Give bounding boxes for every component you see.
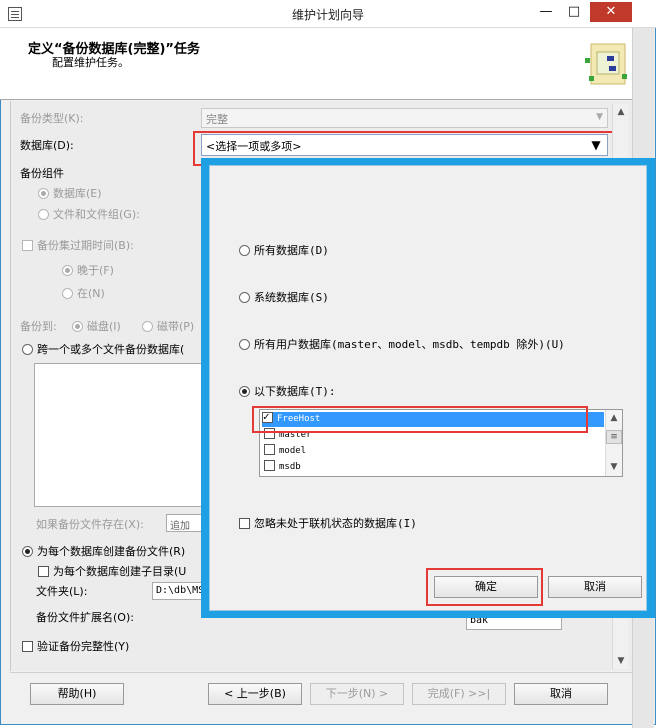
ok-button-highlight [426, 568, 543, 606]
backup-to-tape-radio[interactable]: 磁带(P) [142, 318, 194, 334]
component-files-label: 文件和文件组(G): [53, 208, 140, 221]
popup-cancel-button[interactable]: 取消 [548, 576, 642, 598]
expire-on-radio[interactable]: 在(N) [62, 285, 105, 301]
expire-checkbox[interactable]: 备份集过期时间(B): [22, 237, 134, 253]
option-user-databases[interactable]: 所有用户数据库(master、model、msdb、tempdb 除外)(U) [239, 336, 565, 352]
checkbox-icon [22, 240, 33, 251]
cancel-button[interactable]: 取消 [514, 683, 608, 705]
page-subtitle: 配置维护任务。 [52, 56, 129, 69]
freehost-highlight [252, 406, 588, 433]
scroll-down-icon[interactable]: ▼ [613, 653, 629, 669]
ignore-offline-label: 忽略未处于联机状态的数据库(I) [254, 517, 417, 530]
minimize-button[interactable]: — [532, 2, 560, 22]
scroll-thumb[interactable]: ≡ [606, 430, 622, 444]
option-user-databases-label: 所有用户数据库(master、model、msdb、tempdb 除外)(U) [254, 338, 565, 351]
folder-input[interactable]: D:\db\MS [152, 582, 204, 600]
checkbox-icon [38, 566, 49, 577]
radio-icon [239, 245, 250, 256]
ignore-offline-checkbox[interactable]: 忽略未处于联机状态的数据库(I) [239, 515, 417, 531]
verify-checkbox[interactable]: 验证备份完整性(Y) [22, 638, 129, 654]
option-system-databases-label: 系统数据库(S) [254, 291, 329, 304]
backup-type-combo[interactable]: 完整 ▼ [201, 108, 608, 128]
expire-label: 备份集过期时间(B): [37, 239, 134, 252]
database-list-scrollbar[interactable]: ▲ ≡ ▼ [605, 410, 622, 476]
scroll-up-icon[interactable]: ▲ [606, 410, 622, 426]
expire-on-label: 在(N) [77, 287, 105, 300]
span-files-label: 跨一个或多个文件备份数据库( [37, 343, 185, 356]
if-exists-select[interactable]: 追加 [166, 514, 204, 532]
per-db-subdir-label: 为每个数据库创建子目录(U [53, 565, 187, 578]
back-button[interactable]: < 上一步(B) [208, 683, 302, 705]
backup-to-disk-label: 磁盘(I) [87, 320, 121, 333]
help-button[interactable]: 帮助(H) [30, 683, 124, 705]
span-files-radio[interactable]: 跨一个或多个文件备份数据库( [22, 341, 184, 357]
extension-label: 备份文件扩展名(O): [36, 611, 134, 624]
wizard-illustration-icon [585, 43, 627, 85]
list-item-model[interactable]: model [264, 444, 306, 459]
scroll-up-icon[interactable]: ▲ [613, 104, 629, 120]
radio-icon [22, 546, 33, 557]
database-label: 数据库(D): [20, 139, 74, 152]
radio-icon [239, 292, 250, 303]
checkbox-icon[interactable] [264, 444, 275, 455]
option-these-databases-label: 以下数据库(T): [254, 385, 336, 398]
database-name: msdb [279, 462, 301, 472]
next-button[interactable]: 下一步(N) > [310, 683, 404, 705]
expire-after-label: 晚于(F) [77, 264, 114, 277]
backup-to-disk-radio[interactable]: 磁盘(I) [72, 318, 121, 334]
radio-icon [38, 188, 49, 199]
radio-icon [239, 339, 250, 350]
per-db-subdir-checkbox[interactable]: 为每个数据库创建子目录(U [38, 563, 186, 579]
radio-icon [72, 321, 83, 332]
close-button[interactable]: ✕ [590, 2, 632, 22]
radio-icon [22, 344, 33, 355]
checkbox-icon [239, 518, 250, 529]
per-db-file-label: 为每个数据库创建备份文件(R) [37, 545, 186, 558]
expire-after-radio[interactable]: 晚于(F) [62, 262, 114, 278]
list-item-msdb[interactable]: msdb [264, 460, 301, 475]
if-exists-label: 如果备份文件存在(X): [36, 518, 144, 531]
component-database-radio[interactable]: 数据库(E) [38, 185, 102, 201]
radio-icon [142, 321, 153, 332]
finish-button[interactable]: 完成(F) >>| [412, 683, 506, 705]
radio-icon [62, 265, 73, 276]
database-name: model [279, 446, 307, 456]
checkbox-icon[interactable] [264, 460, 275, 471]
maximize-button[interactable]: □ [560, 2, 588, 22]
verify-label: 验证备份完整性(Y) [37, 640, 130, 653]
footer-divider [10, 672, 632, 673]
backup-type-value: 完整 [206, 113, 228, 126]
radio-icon [38, 209, 49, 220]
option-system-databases[interactable]: 系统数据库(S) [239, 289, 329, 305]
per-db-file-radio[interactable]: 为每个数据库创建备份文件(R) [22, 543, 185, 559]
folder-label: 文件夹(L): [36, 585, 88, 598]
backup-files-list[interactable] [34, 363, 204, 507]
component-database-label: 数据库(E) [53, 187, 102, 200]
chevron-down-icon: ▼ [596, 112, 603, 122]
checkbox-icon [22, 641, 33, 652]
radio-icon [62, 288, 73, 299]
backup-component-label: 备份组件 [20, 167, 64, 180]
backup-type-label: 备份类型(K): [20, 112, 84, 125]
option-these-databases[interactable]: 以下数据库(T): [239, 383, 336, 399]
radio-icon [239, 386, 250, 397]
option-all-databases[interactable]: 所有数据库(D) [239, 242, 329, 258]
component-files-radio[interactable]: 文件和文件组(G): [38, 206, 140, 222]
scroll-down-icon[interactable]: ▼ [606, 459, 622, 475]
backup-to-tape-label: 磁带(P) [157, 320, 195, 333]
option-all-databases-label: 所有数据库(D) [254, 244, 329, 257]
backup-to-label: 备份到: [20, 320, 57, 333]
